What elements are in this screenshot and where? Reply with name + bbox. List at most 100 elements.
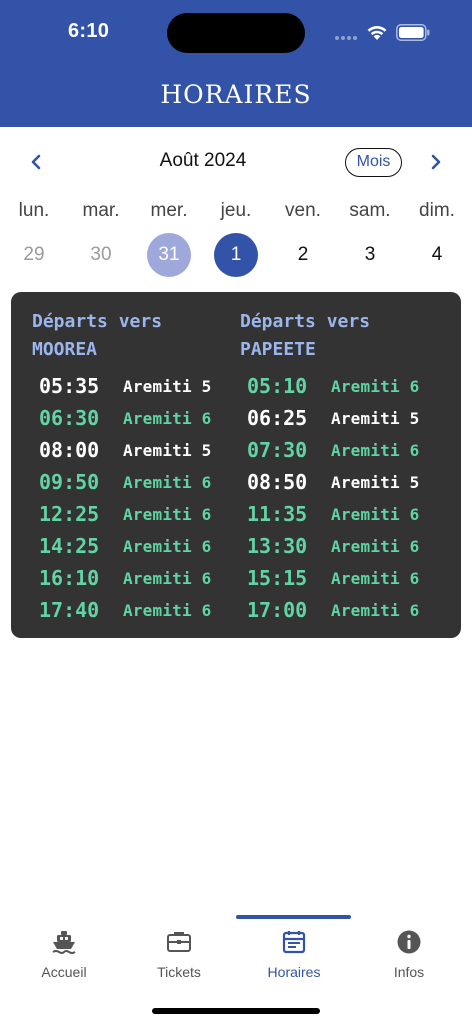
departure-time: 13:30 [247,534,308,558]
heading-line: Départs vers [240,311,371,332]
destination-heading-moorea: Départs vers MOOREA [32,308,232,364]
departure-row: 06:25 Aremiti 5 [247,402,420,434]
cellular-signal-icon [335,35,359,41]
departure-time: 06:25 [247,406,308,430]
departure-time: 17:40 [39,598,100,622]
ferry-icon [52,931,76,954]
departure-time: 14:25 [39,534,100,558]
day-number[interactable]: 3 [348,233,392,277]
page-title: HORAIRES [160,80,312,109]
departures-moorea: 05:35 Aremiti 5 06:30 Aremiti 6 08:00 Aremi… [39,370,212,626]
tab-infos[interactable]: Infos [350,926,468,996]
departure-time: 06:30 [39,406,100,430]
boat-name: Aremiti 6 [123,600,212,620]
boat-name: Aremiti 5 [123,376,212,396]
day-number[interactable]: 2 [281,233,325,277]
departure-row: 15:15 Aremiti 6 [247,562,420,594]
departure-row: 13:30 Aremiti 6 [247,530,420,562]
boat-name: Aremiti 6 [123,408,212,428]
departure-time: 08:50 [247,470,308,494]
weekday-label: jeu. [220,200,252,221]
heading-destination: MOOREA [32,339,98,360]
tab-horaires[interactable]: Horaires [235,926,353,996]
day-wednesday: mer. 31 [139,198,199,277]
day-monday: lun. 29 [4,198,64,277]
weekday-label: ven. [285,200,321,221]
day-tuesday: mar. 30 [71,198,131,277]
day-saturday: sam. 3 [340,198,400,277]
chevron-left-icon[interactable] [24,148,48,176]
wifi-icon [367,25,387,40]
day-number[interactable]: 30 [79,233,123,277]
departures-papeete: 05:10 Aremiti 6 06:25 Aremiti 5 07:30 Aremi… [247,370,420,626]
boat-name: Aremiti 6 [331,600,420,620]
status-time: 6:10 [68,20,110,42]
departure-row: 08:00 Aremiti 5 [39,434,212,466]
departure-time: 07:30 [247,438,308,462]
boat-name: Aremiti 5 [331,408,420,428]
boat-name: Aremiti 5 [123,440,212,460]
departure-row: 05:10 Aremiti 6 [247,370,420,402]
boat-name: Aremiti 5 [331,472,420,492]
boat-name: Aremiti 6 [331,376,420,396]
tab-label: Tickets [157,964,201,980]
destination-heading-papeete: Départs vers PAPEETE [240,308,440,364]
heading-line: Départs vers [32,311,163,332]
battery-icon [396,24,430,41]
boat-name: Aremiti 6 [331,568,420,588]
departure-row: 14:25 Aremiti 6 [39,530,212,562]
day-thursday: jeu. 1 [206,198,266,277]
boat-name: Aremiti 6 [331,536,420,556]
tab-label: Infos [393,964,425,980]
calendar-icon [282,931,306,954]
schedule-board: Départs vers MOOREA Départs vers PAPEETE… [11,292,461,638]
departure-time: 09:50 [39,470,100,494]
weekday-label: sam. [349,200,391,221]
departure-time: 16:10 [39,566,100,590]
departure-row: 11:35 Aremiti 6 [247,498,420,530]
departure-row: 17:40 Aremiti 6 [39,594,212,626]
weekday-label: mar. [82,200,120,221]
departure-time: 12:25 [39,502,100,526]
day-friday: ven. 2 [273,198,333,277]
active-tab-indicator [236,915,351,919]
boat-name: Aremiti 6 [123,568,212,588]
departure-time: 15:15 [247,566,308,590]
departure-time: 17:00 [247,598,308,622]
day-number-selected[interactable]: 1 [214,233,258,277]
dynamic-island [167,13,305,53]
boat-name: Aremiti 6 [123,504,212,524]
tab-label: Accueil [41,964,87,980]
tab-tickets[interactable]: Tickets [120,926,238,996]
day-number[interactable]: 31 [147,233,191,277]
weekday-label: dim. [419,200,455,221]
boat-name: Aremiti 6 [123,472,212,492]
departure-row: 05:35 Aremiti 5 [39,370,212,402]
month-view-button[interactable]: Mois [345,148,402,177]
day-number[interactable]: 4 [415,233,459,277]
heading-destination: PAPEETE [240,339,316,360]
departure-row: 09:50 Aremiti 6 [39,466,212,498]
boat-name: Aremiti 6 [331,504,420,524]
tab-accueil[interactable]: Accueil [5,926,123,996]
boat-name: Aremiti 6 [123,536,212,556]
departure-time: 11:35 [247,502,308,526]
boat-name: Aremiti 6 [331,440,420,460]
month-navigation: Août 2024 Mois [0,142,472,182]
departure-row: 08:50 Aremiti 5 [247,466,420,498]
departure-row: 07:30 Aremiti 6 [247,434,420,466]
departure-row: 17:00 Aremiti 6 [247,594,420,626]
app-header: 6:10 HORAIRES [0,0,472,127]
departure-time: 05:35 [39,374,100,398]
day-number[interactable]: 29 [12,233,56,277]
month-label: Août 2024 [159,150,247,171]
weekday-label: mer. [150,200,188,221]
departure-row: 06:30 Aremiti 6 [39,402,212,434]
departure-time: 08:00 [39,438,100,462]
info-icon [397,930,421,954]
weekday-label: lun. [18,200,50,221]
tab-label: Horaires [267,964,321,980]
chevron-right-icon[interactable] [424,148,448,176]
home-indicator[interactable] [152,1008,320,1014]
briefcase-icon [167,932,191,952]
